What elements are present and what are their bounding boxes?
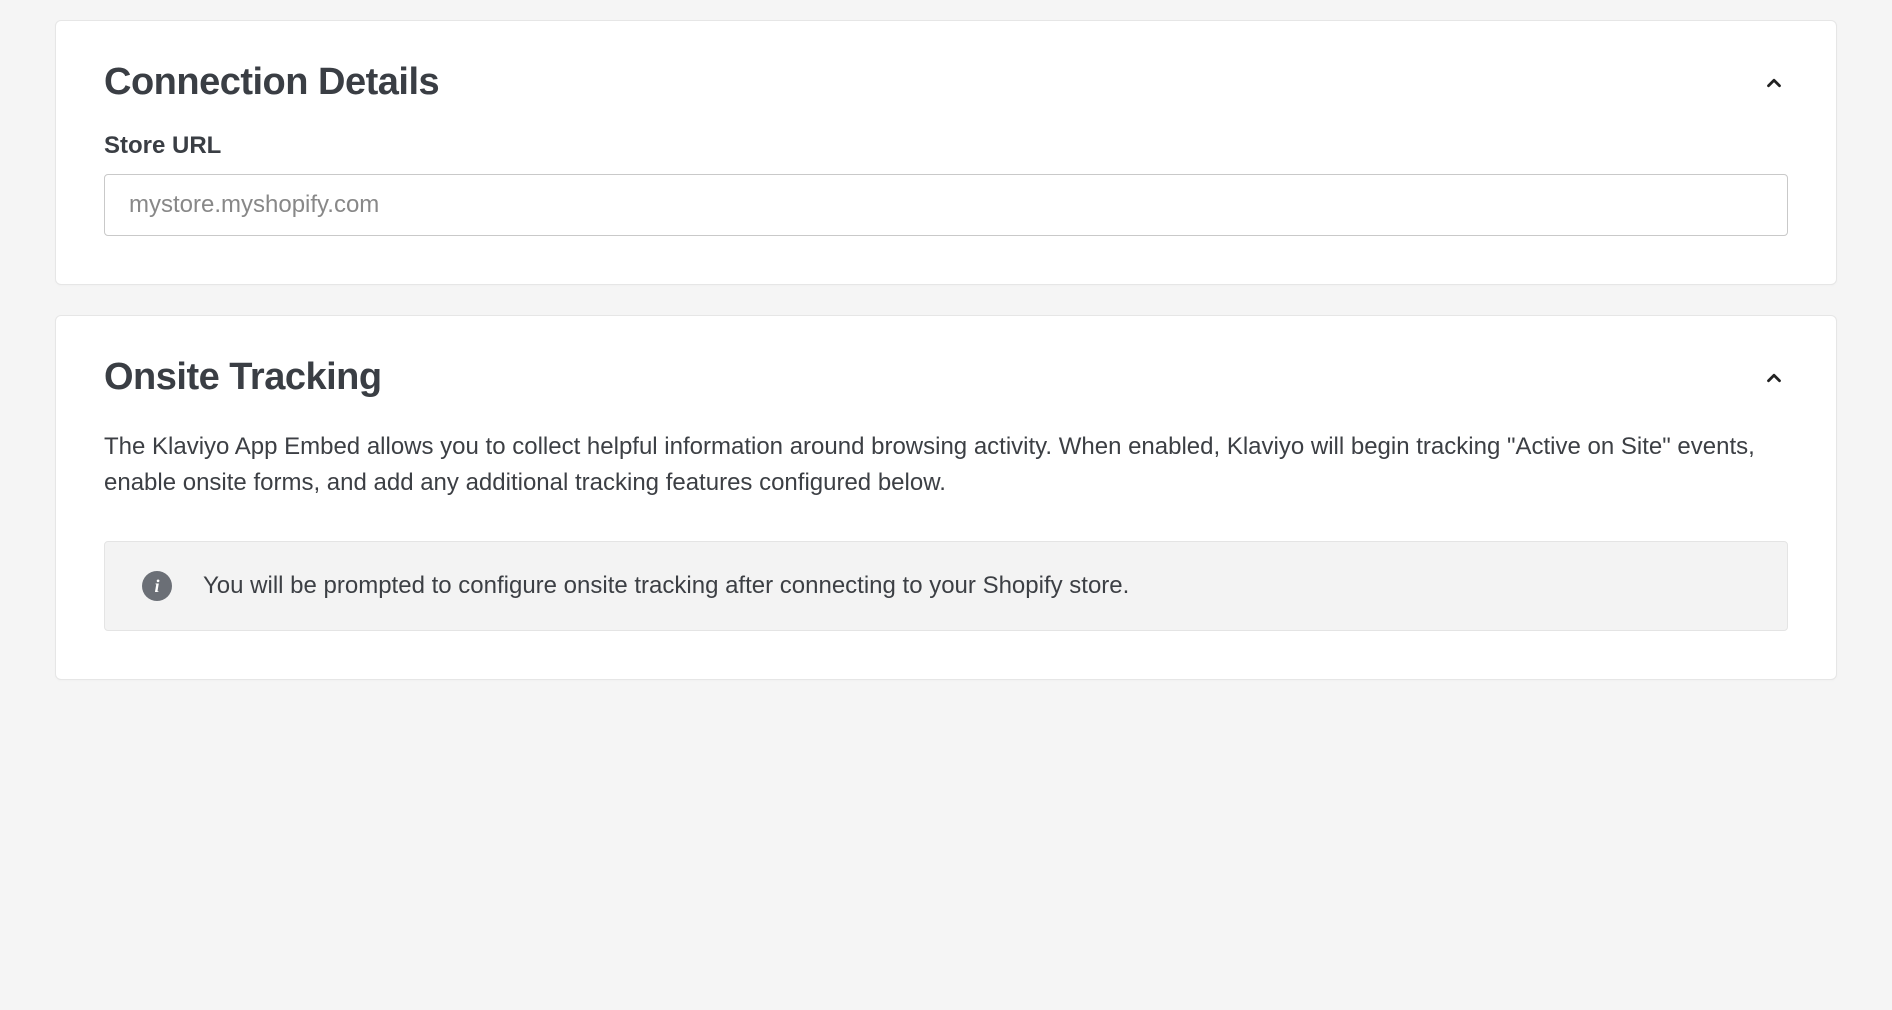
- onsite-tracking-card: Onsite Tracking The Klaviyo App Embed al…: [55, 315, 1837, 680]
- connection-details-title: Connection Details: [104, 61, 439, 104]
- info-icon: i: [141, 570, 173, 602]
- card-header: Onsite Tracking: [104, 356, 1788, 399]
- chevron-up-icon: [1763, 72, 1785, 94]
- connection-details-card: Connection Details Store URL: [55, 20, 1837, 285]
- onsite-tracking-description: The Klaviyo App Embed allows you to coll…: [104, 429, 1788, 501]
- info-icon-glyph: i: [142, 571, 172, 601]
- info-banner-text: You will be prompted to configure onsite…: [203, 572, 1129, 600]
- collapse-toggle[interactable]: [1760, 364, 1788, 392]
- onsite-tracking-title: Onsite Tracking: [104, 356, 382, 399]
- store-url-input[interactable]: [104, 174, 1788, 236]
- chevron-up-icon: [1763, 367, 1785, 389]
- card-header: Connection Details: [104, 61, 1788, 104]
- info-banner: i You will be prompted to configure onsi…: [104, 541, 1788, 631]
- collapse-toggle[interactable]: [1760, 69, 1788, 97]
- store-url-label: Store URL: [104, 132, 1788, 160]
